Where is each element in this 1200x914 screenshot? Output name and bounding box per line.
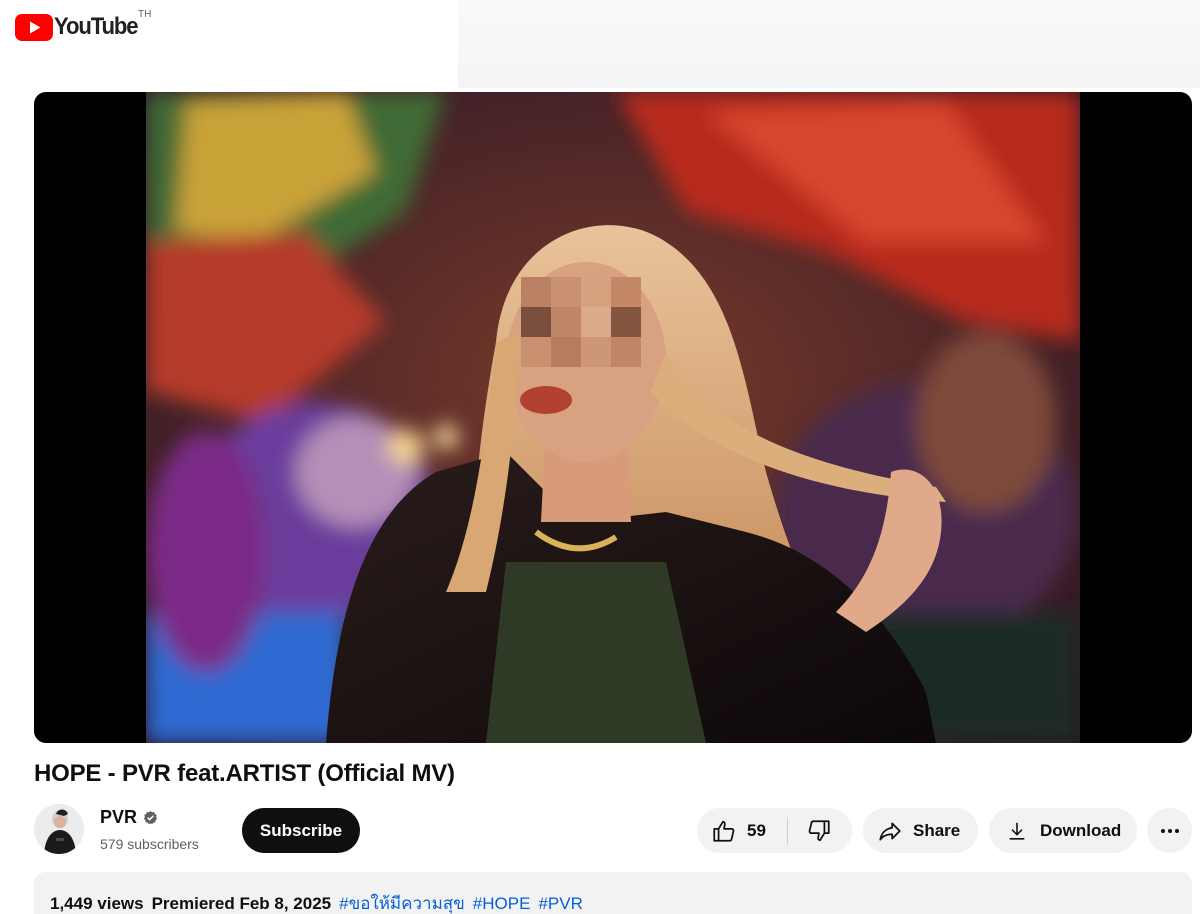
verified-check-icon [143, 810, 158, 825]
premiere-date: Premiered Feb 8, 2025 [151, 894, 332, 913]
hashtag-link[interactable]: #PVR [538, 894, 582, 913]
video-still-image [146, 92, 1080, 743]
channel-name[interactable]: PVR [100, 807, 158, 828]
masthead-right-area [458, 0, 1200, 88]
more-actions-button[interactable] [1147, 808, 1192, 853]
subscribe-button[interactable]: Subscribe [242, 808, 360, 853]
like-button[interactable]: 59 [697, 808, 787, 853]
share-label: Share [913, 820, 961, 840]
youtube-logo[interactable]: YouTube [15, 12, 145, 42]
download-button[interactable]: Download [989, 808, 1137, 853]
video-frame [146, 92, 1080, 743]
download-label: Download [1040, 820, 1122, 840]
subscriber-count: 579 subscribers [100, 836, 199, 852]
logo-wordmark: YouTube [54, 13, 139, 40]
video-title: HOPE - PVR feat.ARTIST (Official MV) [34, 760, 455, 787]
share-arrow-icon [877, 818, 903, 844]
watch-page: YouTube TH HOPE - PVR feat.ARTIST (Offic… [0, 0, 1200, 914]
share-button[interactable]: Share [863, 808, 978, 853]
channel-avatar[interactable] [34, 804, 84, 854]
download-icon [1006, 820, 1028, 842]
like-count: 59 [747, 820, 766, 840]
description-info-line: 1,449 views Premiered Feb 8, 2025 #ขอให้มี… [50, 890, 583, 914]
description-box[interactable]: 1,449 views Premiered Feb 8, 2025 #ขอให้มี… [34, 872, 1192, 914]
view-count: 1,449 views [50, 894, 144, 913]
avatar-image [34, 804, 84, 854]
thumbs-up-icon [711, 818, 737, 844]
hashtag-link[interactable]: #ขอให้มีความสุข [339, 894, 465, 913]
hashtag-link[interactable]: #HOPE [473, 894, 531, 913]
thumbs-down-icon [806, 818, 832, 844]
more-horizontal-icon [1160, 828, 1179, 833]
country-code: TH [138, 9, 152, 20]
youtube-play-icon [15, 13, 53, 41]
like-dislike-group: 59 [697, 808, 852, 853]
dislike-button[interactable] [788, 808, 850, 853]
channel-name-text: PVR [100, 807, 138, 827]
video-player[interactable] [34, 92, 1192, 743]
masthead: YouTube TH [0, 0, 1200, 88]
